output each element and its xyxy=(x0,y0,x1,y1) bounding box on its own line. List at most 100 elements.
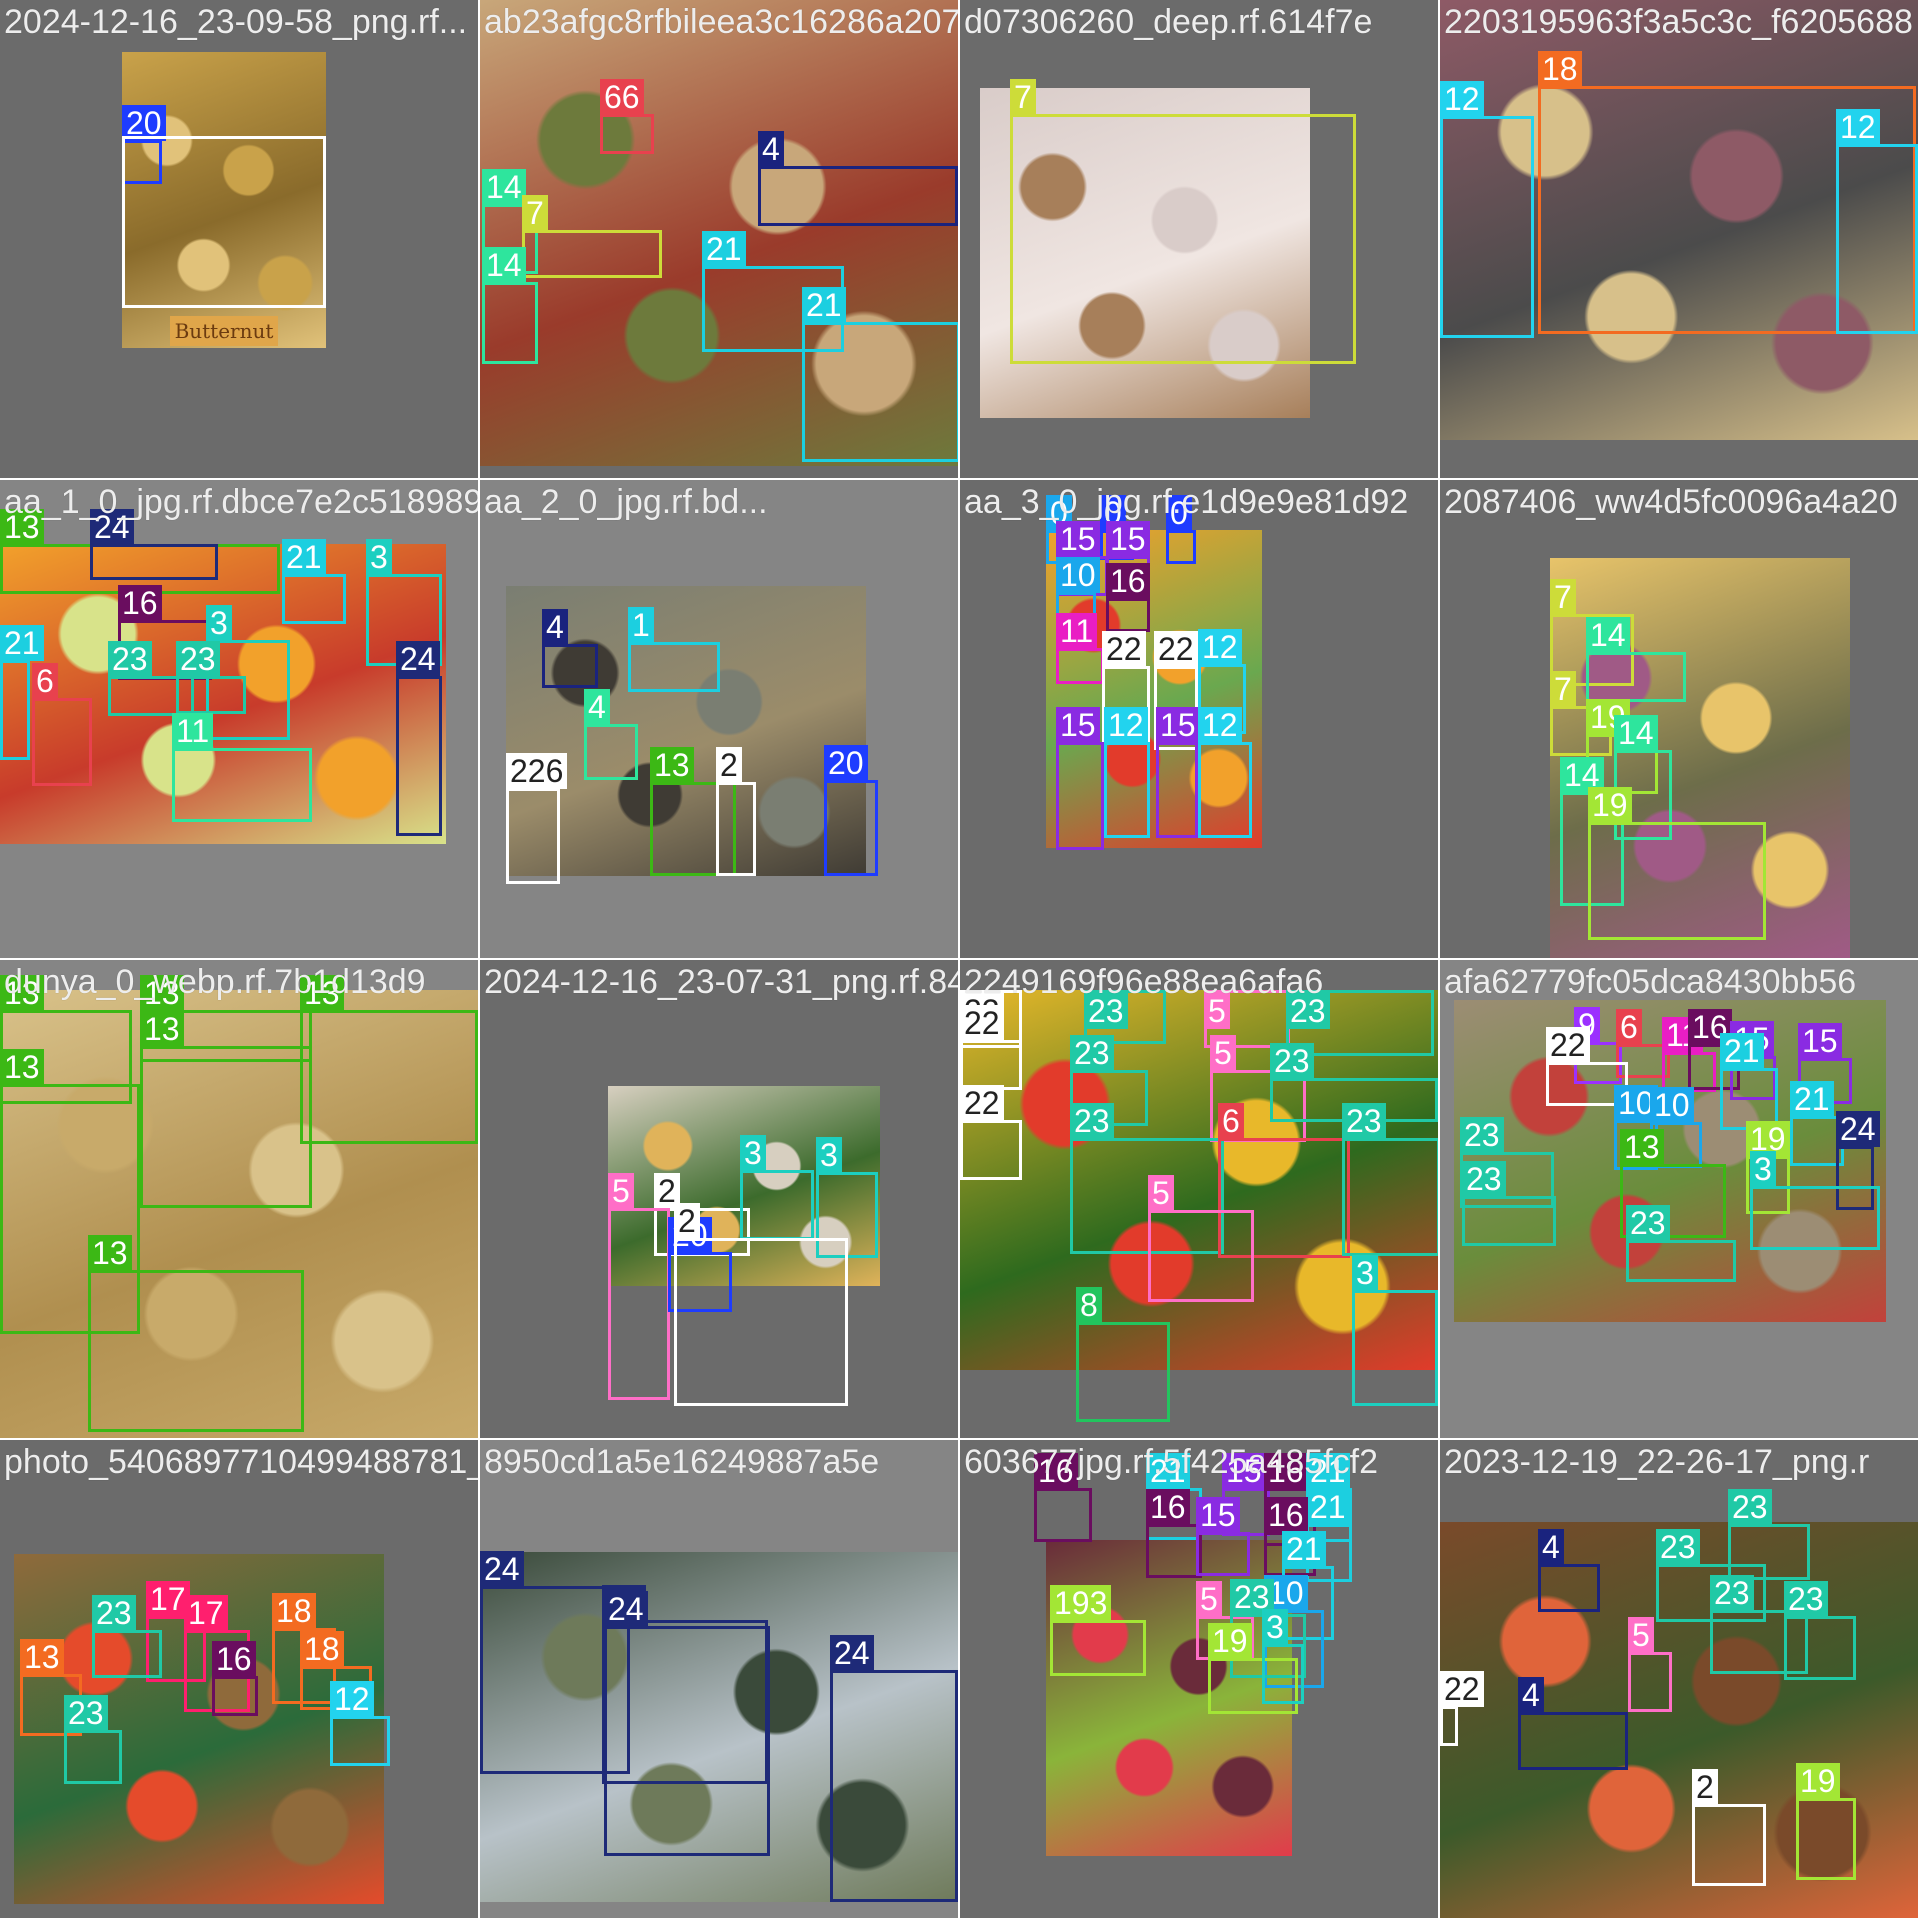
class-label: 21 xyxy=(1282,1531,1326,1567)
class-label: 4 xyxy=(758,131,784,167)
class-label: 2 xyxy=(674,1203,700,1239)
tile-filename: 2249169f96e88ea6afa6 xyxy=(964,963,1324,1001)
class-label: 15 xyxy=(1156,707,1200,743)
detection-box: 14 xyxy=(1586,617,1686,702)
tile-filename: 8950cd1a5e16249887a5e xyxy=(484,1443,880,1481)
class-label: 8 xyxy=(1076,1287,1102,1323)
class-label: 5 xyxy=(1148,1175,1174,1211)
class-label: 21 xyxy=(802,287,846,323)
class-label: 18 xyxy=(300,1631,344,1667)
tile-filename: ab23afgc8rfbileea3c16286a2073967c5_webp.… xyxy=(484,3,960,41)
class-label: 2 xyxy=(716,747,742,783)
class-label: 23 xyxy=(1270,1043,1314,1079)
mosaic-tile: Butternut 2024-12-16_23-09-58_png.rf... 20 xyxy=(0,0,480,480)
class-label: 15 xyxy=(1196,1497,1240,1533)
class-label: 12 xyxy=(1104,707,1148,743)
class-label: 23 xyxy=(108,641,152,677)
class-label: 16 xyxy=(1264,1497,1308,1533)
detection-box: 1 xyxy=(628,607,720,692)
tile-filename: 2203195963f3a5c3c_f6205688 xyxy=(1444,3,1913,41)
class-label: 12 xyxy=(1198,629,1242,665)
class-label: 12 xyxy=(330,1681,374,1717)
detection-mosaic: Butternut 2024-12-16_23-09-58_png.rf... 20… xyxy=(0,0,1920,1920)
class-label: 5 xyxy=(1628,1617,1654,1653)
class-label: 10 xyxy=(1650,1087,1694,1123)
class-label: 12 xyxy=(1440,81,1484,117)
class-label: 4 xyxy=(1518,1677,1544,1713)
detection-box: 16 xyxy=(1106,563,1150,632)
detection-box: 21 xyxy=(0,625,44,760)
mosaic-tile: afa62779fc05dca8430bb5696111615152221102… xyxy=(1440,960,1920,1440)
mosaic-tile: 8950cd1a5e16249887a5e24242424 xyxy=(480,1440,960,1920)
class-label: 24 xyxy=(480,1551,524,1587)
detection-box: 24 xyxy=(604,1591,770,1856)
class-label: 22 xyxy=(1102,631,1146,667)
class-label: 14 xyxy=(1586,617,1630,653)
class-label: 7 xyxy=(1550,579,1576,615)
tile-filename: 2024-12-16_23-09-58_png.rf... xyxy=(4,3,468,41)
detection-box: 23 xyxy=(64,1695,122,1784)
class-label: 21 xyxy=(702,231,746,267)
detection-box: 2 xyxy=(1692,1769,1766,1886)
class-label: 23 xyxy=(1728,1489,1772,1525)
class-label: 19 xyxy=(1208,1623,1252,1659)
class-label: 3 xyxy=(816,1137,842,1173)
class-label: 3 xyxy=(1262,1609,1288,1645)
class-label: 23 xyxy=(1626,1205,1670,1241)
class-label: 17 xyxy=(184,1595,228,1631)
class-label: 16 xyxy=(118,585,162,621)
mosaic-tile: aa_1_0_jpg.rf.dbce7e2c51898922dd9315fd62… xyxy=(0,480,480,960)
class-label: 22 xyxy=(960,1005,1004,1041)
detection-box: 4 xyxy=(1538,1529,1600,1612)
tile-filename: aa_3_0_jpg.rf.e1d9e9e81d92 xyxy=(964,483,1409,521)
tile-filename: 2087406_ww4d5fc0096a4a20 xyxy=(1444,483,1898,521)
detection-box: 12 xyxy=(1198,707,1252,838)
class-label: 23 xyxy=(1710,1575,1754,1611)
class-label: 22 xyxy=(960,1085,1004,1121)
class-label: 16 xyxy=(1146,1489,1190,1525)
detection-box: 24 xyxy=(830,1635,958,1902)
class-label: 13 xyxy=(0,1049,44,1085)
detection-box: 4 xyxy=(758,131,958,226)
class-label: 15 xyxy=(1056,707,1100,743)
class-label: 21 xyxy=(1790,1081,1834,1117)
mosaic-tile: aa_2_0_jpg.rf.bd... 4 1 4 226 13 2 20 xyxy=(480,480,960,960)
detection-box: 22 xyxy=(1440,1671,1484,1746)
class-label: 19 xyxy=(1796,1763,1840,1799)
detection-box: 193 xyxy=(1050,1585,1146,1676)
detection-box: 23 xyxy=(92,1595,162,1678)
detection-box: 8 xyxy=(1076,1287,1170,1422)
detection-box: 12 xyxy=(330,1681,390,1766)
class-label: 5 xyxy=(608,1173,634,1209)
detection-box: 13 xyxy=(300,975,478,1144)
detection-box: 14 xyxy=(482,247,538,364)
detection-box: 23 xyxy=(1784,1581,1856,1680)
class-label: 14 xyxy=(482,169,526,205)
detection-box: 20 xyxy=(824,745,878,876)
detection-box: 23 xyxy=(1728,1489,1810,1580)
class-label: 24 xyxy=(1836,1111,1880,1147)
class-label: 14 xyxy=(482,247,526,283)
class-label: 16 xyxy=(212,1641,256,1677)
class-label: 6 xyxy=(32,663,58,699)
detection-box: 4 xyxy=(542,609,598,688)
class-label: 3 xyxy=(1352,1255,1378,1291)
detection-box: 12 xyxy=(1440,81,1534,338)
detection-box: 16 xyxy=(212,1641,258,1716)
detection-box: 4 xyxy=(584,689,638,780)
tile-filename: dunya_0_webp.rf.7b1d13d9 xyxy=(4,963,426,1001)
class-label: 3 xyxy=(366,539,392,575)
mosaic-tile: 2087406_ww4d5fc0096a4a20 7 14 7 19 14 14 19 xyxy=(1440,480,1920,960)
detection-box: 3 xyxy=(740,1135,814,1240)
detection-box: 3 xyxy=(1352,1255,1438,1406)
detection-box: 226 xyxy=(506,753,568,884)
class-label: 12 xyxy=(1198,707,1242,743)
class-label: 21 xyxy=(1720,1033,1764,1069)
class-label: 13 xyxy=(20,1639,64,1675)
class-label: 15 xyxy=(1106,521,1150,557)
detection-box: 3 xyxy=(1750,1151,1880,1250)
class-label: 23 xyxy=(1460,1117,1504,1153)
class-label: 22 xyxy=(1154,631,1198,667)
tile-filename: 603677jpg.rf.5f425a485fcf2 xyxy=(964,1443,1379,1481)
class-label: 24 xyxy=(830,1635,874,1671)
